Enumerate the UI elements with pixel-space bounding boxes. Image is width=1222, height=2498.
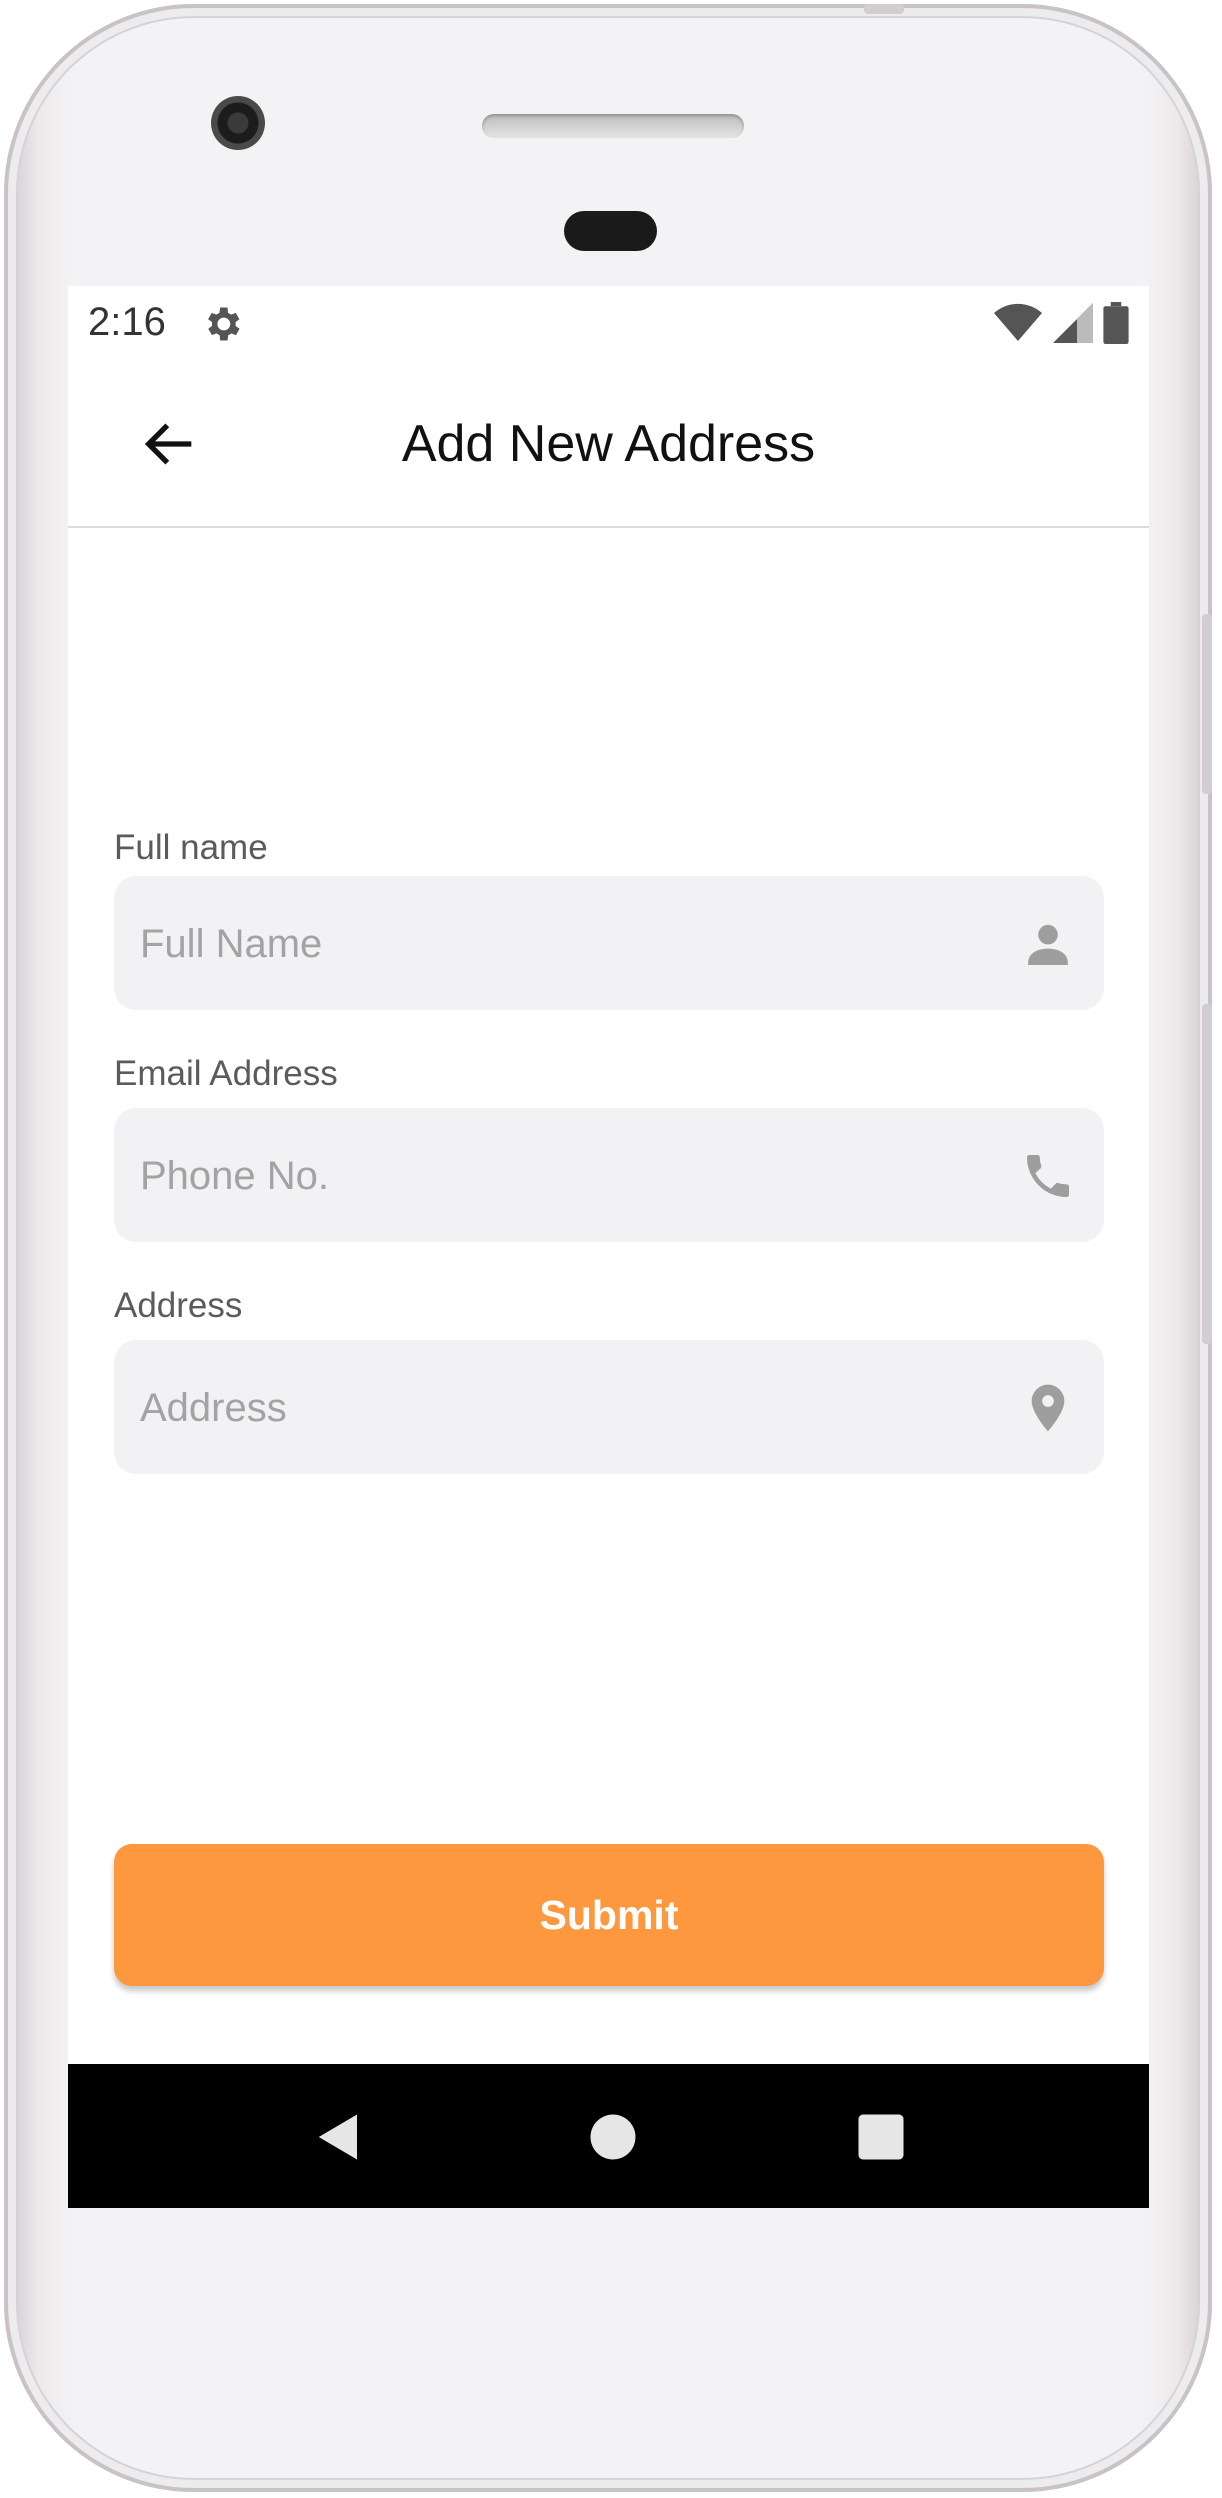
battery-icon (1103, 302, 1129, 344)
full-name-input[interactable] (138, 876, 1022, 1012)
app-bar: Add New Address (68, 362, 1149, 528)
signal-icon (1053, 303, 1093, 343)
earpiece-speaker (482, 114, 744, 138)
status-time: 2:16 (88, 300, 166, 344)
phone-field[interactable] (114, 1108, 1104, 1244)
status-bar: 2:16 (68, 286, 1149, 362)
proximity-sensor (564, 211, 657, 251)
address-label: Address (114, 1286, 243, 1325)
address-input[interactable] (138, 1340, 1022, 1476)
settings-gear-icon (208, 307, 240, 341)
volume-button (1202, 614, 1212, 794)
screen: 2:16 Add New Address Full name Full Name… (68, 286, 1149, 2208)
status-icons (993, 302, 1129, 344)
full-name-field[interactable] (114, 876, 1104, 1012)
page-title: Add New Address (401, 415, 816, 473)
location-pin-icon (1031, 1384, 1065, 1432)
back-triangle-icon[interactable] (312, 2110, 366, 2164)
recents-square-icon[interactable] (854, 2110, 908, 2164)
power-button (1202, 1004, 1212, 1344)
email-address-label: Email Address (114, 1054, 338, 1093)
home-circle-icon[interactable] (586, 2110, 640, 2164)
front-camera (211, 96, 265, 150)
system-nav-bar (68, 2064, 1149, 2208)
phone-icon (1027, 1155, 1069, 1197)
phone-input[interactable] (138, 1108, 1022, 1244)
phone-frame: 2:16 Add New Address Full name Full Name… (4, 4, 1212, 2492)
address-form: Full name Email Address Address (68, 528, 1149, 2208)
top-button (864, 4, 904, 14)
full-name-label: Full name (114, 828, 268, 867)
address-field[interactable] (114, 1340, 1104, 1476)
person-icon (1028, 924, 1068, 965)
submit-button[interactable]: Submit (114, 1844, 1104, 1986)
wifi-icon (994, 303, 1042, 341)
